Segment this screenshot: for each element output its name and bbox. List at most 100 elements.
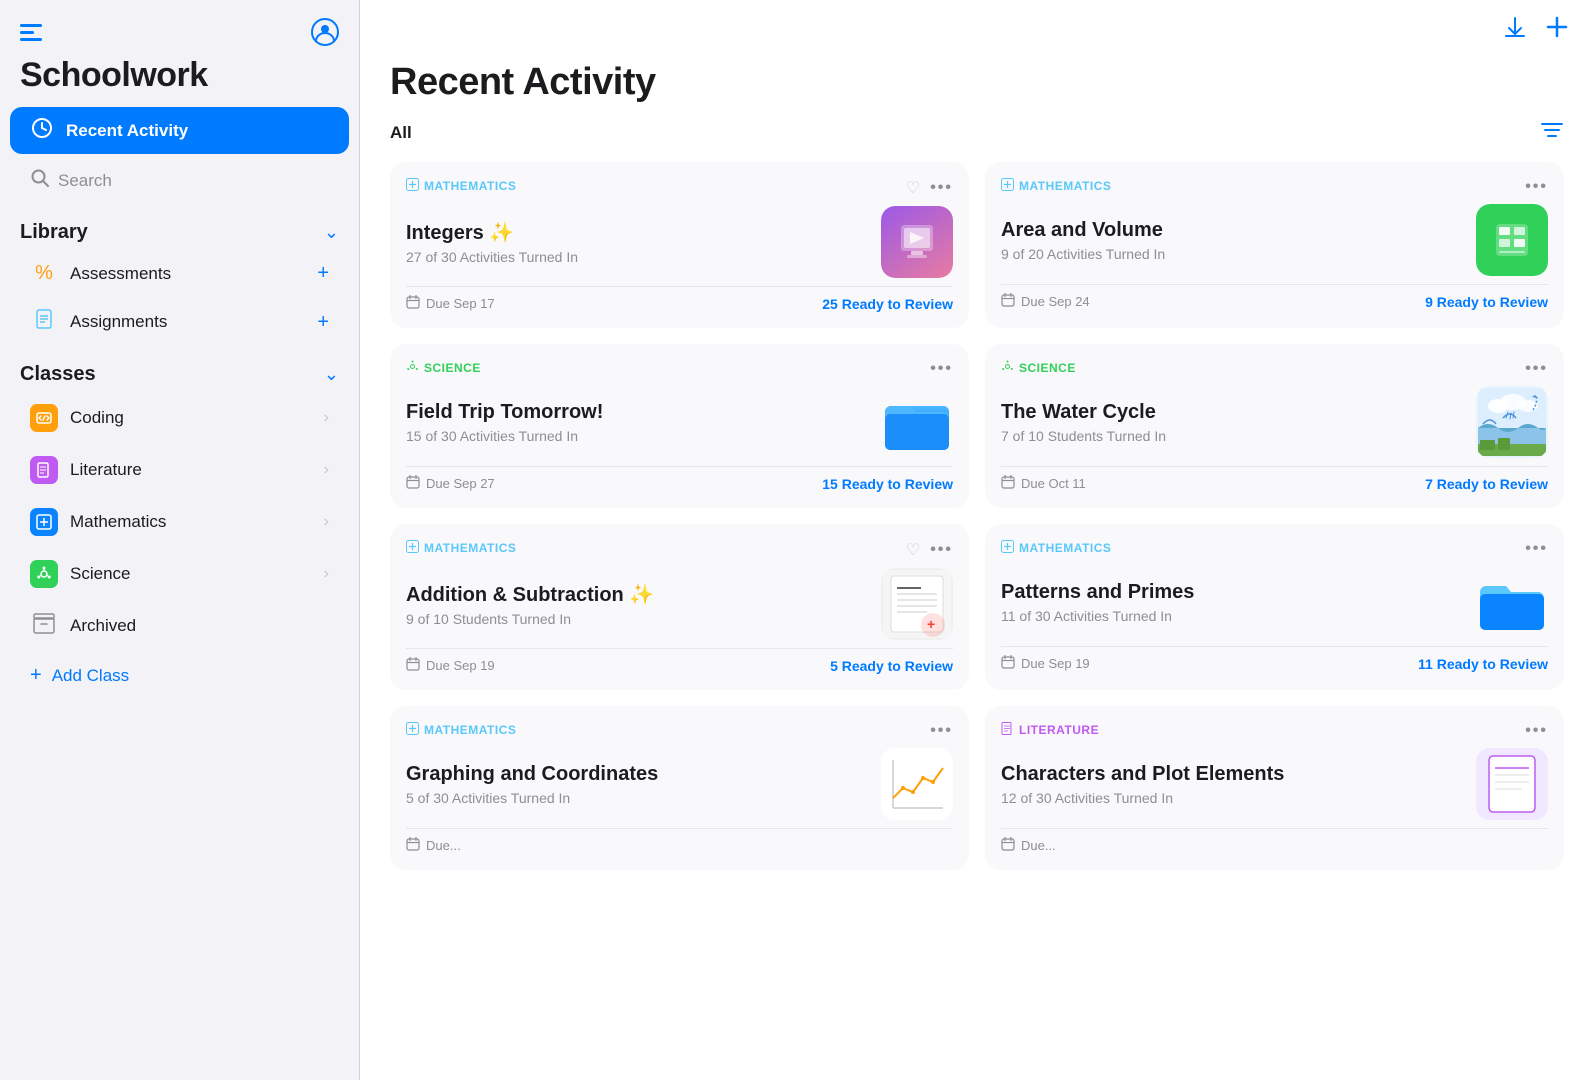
more-options-icon[interactable]: ••• [1525, 178, 1548, 196]
science-icon [30, 560, 58, 588]
calendar-icon [406, 295, 420, 312]
card-subtitle: 12 of 30 Activities Turned In [1001, 790, 1476, 806]
more-options-icon[interactable]: ••• [1525, 722, 1548, 740]
filter-button[interactable] [1540, 120, 1564, 146]
archived-label: Archived [70, 616, 136, 636]
review-count[interactable]: 15 Ready to Review [822, 476, 953, 492]
calendar-icon [406, 837, 420, 854]
card-footer: Due Sep 19 11 Ready to Review [1001, 646, 1548, 672]
library-toggle-button[interactable]: ⌄ [324, 222, 339, 243]
activity-card-3[interactable]: SCIENCE ••• The Water Cycle 7 of 10 Stud… [985, 344, 1564, 508]
mathematics-icon [30, 508, 58, 536]
card-title: Integers ✨ [406, 220, 881, 245]
activity-card-2[interactable]: SCIENCE ••• Field Trip Tomorrow! 15 of 3… [390, 344, 969, 508]
main-header: Recent Activity [360, 61, 1594, 120]
sidebar-header [0, 0, 359, 56]
card-body: Characters and Plot Elements 12 of 30 Ac… [1001, 748, 1548, 820]
sidebar-item-literature[interactable]: Literature › [10, 446, 349, 494]
card-header: SCIENCE ••• [1001, 360, 1548, 378]
subject-icon [406, 722, 419, 738]
more-options-icon[interactable]: ••• [930, 179, 953, 197]
subject-icon [1001, 178, 1014, 194]
subject-icon [406, 178, 419, 194]
activity-card-1[interactable]: MATHEMATICS ••• Area and Volume 9 of 20 … [985, 162, 1564, 328]
calendar-icon [406, 475, 420, 492]
literature-chevron-icon: › [324, 461, 329, 479]
profile-button[interactable] [311, 18, 339, 46]
add-button[interactable] [1544, 14, 1570, 47]
card-info: Patterns and Primes 11 of 30 Activities … [1001, 581, 1476, 624]
subject-label: LITERATURE [1019, 723, 1099, 737]
card-actions: ••• [930, 360, 953, 378]
card-title: Characters and Plot Elements [1001, 763, 1476, 786]
more-options-icon[interactable]: ••• [1525, 360, 1548, 378]
review-count[interactable]: 7 Ready to Review [1425, 476, 1548, 492]
more-options-icon[interactable]: ••• [930, 541, 953, 559]
heart-icon[interactable]: ♡ [906, 178, 920, 198]
filter-row: All [360, 120, 1594, 162]
library-title: Library [20, 221, 88, 244]
card-info: Addition & Subtraction ✨ 9 of 10 Student… [406, 582, 881, 627]
card-subject: MATHEMATICS [406, 178, 516, 194]
heart-icon[interactable]: ♡ [906, 540, 920, 560]
card-thumbnail [881, 206, 953, 278]
app-title: Schoolwork [0, 56, 359, 105]
card-title: Field Trip Tomorrow! [406, 401, 881, 424]
card-info: Characters and Plot Elements 12 of 30 Ac… [1001, 763, 1476, 806]
add-assignment-button[interactable]: + [317, 311, 329, 334]
card-due-date: Due Sep 19 [406, 657, 495, 674]
sidebar-item-coding[interactable]: Coding › [10, 394, 349, 442]
activity-card-4[interactable]: MATHEMATICS ♡ ••• Addition & Subtraction… [390, 524, 969, 690]
card-info: Graphing and Coordinates 5 of 30 Activit… [406, 763, 881, 806]
card-body: Area and Volume 9 of 20 Activities Turne… [1001, 204, 1548, 276]
card-due-date: Due... [1001, 837, 1056, 854]
activity-card-6[interactable]: MATHEMATICS ••• Graphing and Coordinates… [390, 706, 969, 870]
card-footer: Due Sep 24 9 Ready to Review [1001, 284, 1548, 310]
sidebar-item-science[interactable]: Science › [10, 550, 349, 598]
card-header: SCIENCE ••• [406, 360, 953, 378]
card-info: The Water Cycle 7 of 10 Students Turned … [1001, 401, 1476, 444]
card-title: The Water Cycle [1001, 401, 1476, 424]
subject-label: SCIENCE [1019, 361, 1076, 375]
add-assessment-button[interactable]: + [317, 262, 329, 285]
sidebar-toggle-button[interactable] [20, 23, 42, 41]
science-label: Science [70, 564, 130, 584]
sidebar-item-archived[interactable]: Archived [10, 602, 349, 650]
calendar-icon [406, 657, 420, 674]
due-date-text: Due Sep 27 [426, 476, 495, 491]
more-options-icon[interactable]: ••• [930, 360, 953, 378]
card-body: Addition & Subtraction ✨ 9 of 10 Student… [406, 568, 953, 640]
card-title: Patterns and Primes [1001, 581, 1476, 604]
review-count[interactable]: 25 Ready to Review [822, 296, 953, 312]
review-count[interactable]: 5 Ready to Review [830, 658, 953, 674]
activity-card-0[interactable]: MATHEMATICS ♡ ••• Integers ✨ 27 of 30 Ac… [390, 162, 969, 328]
card-actions: ••• [1525, 722, 1548, 740]
assessments-label: Assessments [70, 264, 171, 284]
more-options-icon[interactable]: ••• [930, 722, 953, 740]
add-class-label: Add Class [52, 666, 129, 686]
card-thumbnail [881, 386, 953, 458]
review-count[interactable]: 9 Ready to Review [1425, 294, 1548, 310]
sidebar-search-item[interactable]: Search [10, 158, 349, 203]
activity-card-5[interactable]: MATHEMATICS ••• Patterns and Primes 11 o… [985, 524, 1564, 690]
card-title: Graphing and Coordinates [406, 763, 881, 786]
library-item-assessments[interactable]: % Assessments + [10, 252, 349, 295]
more-options-icon[interactable]: ••• [1525, 540, 1548, 558]
add-class-item[interactable]: + Add Class [10, 654, 349, 697]
card-due-date: Due Sep 27 [406, 475, 495, 492]
review-count[interactable]: 11 Ready to Review [1418, 656, 1548, 672]
due-date-text: Due Sep 19 [1021, 656, 1090, 671]
library-item-assignments[interactable]: Assignments + [10, 299, 349, 345]
subject-label: MATHEMATICS [1019, 179, 1111, 193]
sidebar-item-recent-activity[interactable]: Recent Activity [10, 107, 349, 154]
card-subtitle: 9 of 10 Students Turned In [406, 611, 881, 627]
card-header: MATHEMATICS ••• [1001, 178, 1548, 196]
card-body: Patterns and Primes 11 of 30 Activities … [1001, 566, 1548, 638]
download-button[interactable] [1502, 14, 1528, 47]
calendar-icon [1001, 293, 1015, 310]
card-header: MATHEMATICS ♡ ••• [406, 540, 953, 560]
classes-toggle-button[interactable]: ⌄ [324, 364, 339, 385]
add-class-icon: + [30, 664, 42, 687]
sidebar-item-mathematics[interactable]: Mathematics › [10, 498, 349, 546]
activity-card-7[interactable]: LITERATURE ••• Characters and Plot Eleme… [985, 706, 1564, 870]
